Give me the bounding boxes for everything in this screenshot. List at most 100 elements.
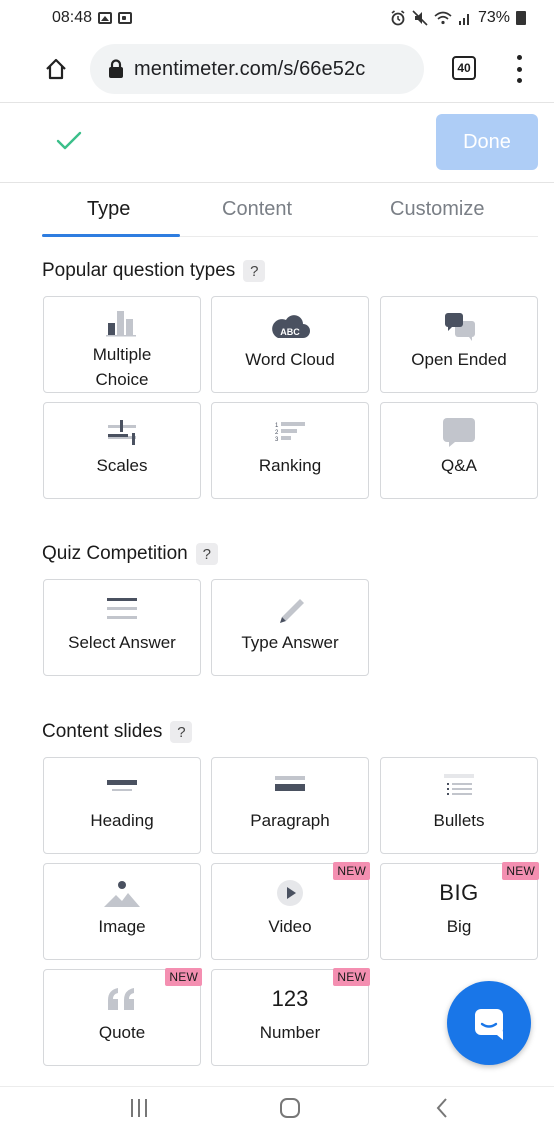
signal-icon: [458, 14, 469, 25]
browser-divider: [0, 102, 554, 103]
card-multiple-choice[interactable]: Multiple Choice: [43, 296, 201, 393]
battery-icon: [516, 11, 526, 25]
status-time: 08:48: [52, 9, 93, 26]
card-icon-wrap: ABC: [269, 311, 311, 341]
card-icon-wrap: 123: [272, 984, 309, 1014]
play-icon: [277, 880, 303, 906]
word-cloud-icon-text: ABC: [280, 327, 300, 337]
card-bullets[interactable]: Bullets: [380, 757, 538, 854]
card-label: Select Answer: [68, 633, 176, 652]
more-options-icon[interactable]: [516, 55, 522, 83]
speech-bubbles-icon: [445, 313, 475, 341]
check-icon[interactable]: [56, 131, 82, 151]
tab-switcher-button[interactable]: 40: [452, 56, 476, 80]
help-icon[interactable]: ?: [195, 543, 218, 565]
paragraph-icon: [275, 776, 305, 791]
card-qa[interactable]: Q&A: [380, 402, 538, 499]
card-icon-wrap: [439, 772, 479, 802]
card-label: Number: [259, 1023, 321, 1042]
image-icon: [104, 881, 140, 907]
ranking-icon: 1 2 3: [275, 422, 305, 443]
card-label: Ranking: [258, 456, 322, 475]
wifi-icon: [434, 11, 452, 25]
tab-customize[interactable]: Customize: [390, 198, 484, 221]
card-icon-wrap: [270, 772, 310, 802]
toolbar-divider: [0, 182, 554, 183]
recent-apps-icon[interactable]: [128, 1095, 150, 1121]
bar-chart-icon: [106, 311, 136, 337]
done-button[interactable]: Done: [436, 114, 538, 170]
card-label: Heading: [90, 811, 154, 830]
card-video[interactable]: NEW Video: [211, 862, 370, 960]
card-quote[interactable]: NEW Quote: [43, 968, 202, 1066]
status-left: 08:48: [52, 9, 133, 27]
card-select-answer[interactable]: Select Answer: [43, 579, 201, 676]
help-icon[interactable]: ?: [170, 721, 193, 743]
scales-icon: [108, 420, 136, 445]
ranking-digit-2: 2: [275, 430, 279, 436]
section-title-content: Content slides ?: [42, 721, 193, 743]
card-number[interactable]: NEW 123 Number: [211, 968, 370, 1066]
card-label: Image: [98, 917, 146, 936]
card-paragraph[interactable]: Paragraph: [211, 757, 369, 854]
card-icon-wrap: [439, 311, 479, 341]
ranking-digit-1: 1: [275, 423, 279, 429]
home-nav-icon[interactable]: [278, 1095, 302, 1121]
card-word-cloud[interactable]: ABC Word Cloud: [211, 296, 369, 393]
quote-icon: [108, 988, 134, 1010]
card-label-line1: Multiple: [92, 345, 152, 364]
system-nav-bar: [0, 1086, 554, 1132]
new-badge: NEW: [165, 968, 202, 986]
card-label: Video: [268, 917, 312, 936]
card-label: Open Ended: [411, 350, 507, 369]
card-label: Big: [446, 917, 472, 936]
card-icon-wrap: [104, 307, 140, 337]
chat-icon: [475, 1009, 503, 1040]
card-ranking[interactable]: 1 2 3 Ranking: [211, 402, 369, 499]
new-badge: NEW: [333, 862, 370, 880]
url-text: mentimeter.com/s/66e52c: [134, 57, 366, 80]
back-nav-icon[interactable]: [432, 1095, 452, 1121]
active-tab-indicator: [42, 234, 180, 237]
chat-support-button[interactable]: [447, 981, 531, 1065]
list-lines-icon: [107, 598, 137, 619]
battery-percent: 73%: [477, 9, 510, 26]
address-bar[interactable]: mentimeter.com/s/66e52c: [90, 44, 424, 94]
card-open-ended[interactable]: Open Ended: [380, 296, 538, 393]
lock-icon: [109, 59, 123, 78]
section-title-text: Content slides: [42, 721, 163, 742]
card-image[interactable]: Image: [43, 863, 201, 960]
browser-bar: mentimeter.com/s/66e52c 40: [0, 36, 554, 102]
home-icon[interactable]: [44, 57, 68, 81]
word-cloud-icon: ABC: [272, 315, 310, 338]
new-badge: NEW: [333, 968, 370, 986]
tab-content[interactable]: Content: [222, 198, 292, 221]
editor-tabs: Type Content Customize: [0, 186, 554, 237]
card-label: Bullets: [433, 811, 485, 830]
card-label: Type Answer: [241, 633, 339, 652]
card-icon-wrap: [104, 417, 140, 447]
bullets-icon: [444, 774, 474, 795]
status-right: 73%: [390, 9, 526, 27]
number-icon: 123: [271, 986, 309, 1011]
help-icon[interactable]: ?: [243, 260, 266, 282]
card-scales[interactable]: Scales: [43, 402, 201, 499]
card-big[interactable]: NEW BIG Big: [380, 862, 539, 960]
section-title-quiz: Quiz Competition ?: [42, 543, 218, 565]
card-label: Paragraph: [250, 811, 330, 830]
section-title-popular: Popular question types ?: [42, 260, 266, 282]
card-heading[interactable]: Heading: [43, 757, 201, 854]
card-label: Word Cloud: [245, 350, 335, 369]
tab-type[interactable]: Type: [87, 198, 130, 221]
card-label: Quote: [98, 1023, 146, 1042]
card-label: Multiple Choice: [93, 343, 152, 392]
card-type-answer[interactable]: Type Answer: [211, 579, 369, 676]
status-bar: 08:48 73%: [0, 0, 554, 36]
new-badge: NEW: [502, 862, 539, 880]
app-notification-icon: [118, 12, 133, 24]
card-label-line2: Choice: [95, 369, 149, 389]
card-icon-wrap: 1 2 3: [270, 417, 310, 447]
card-icon-wrap: [270, 594, 310, 624]
ranking-digit-3: 3: [275, 437, 279, 443]
card-icon-wrap: [272, 878, 308, 908]
